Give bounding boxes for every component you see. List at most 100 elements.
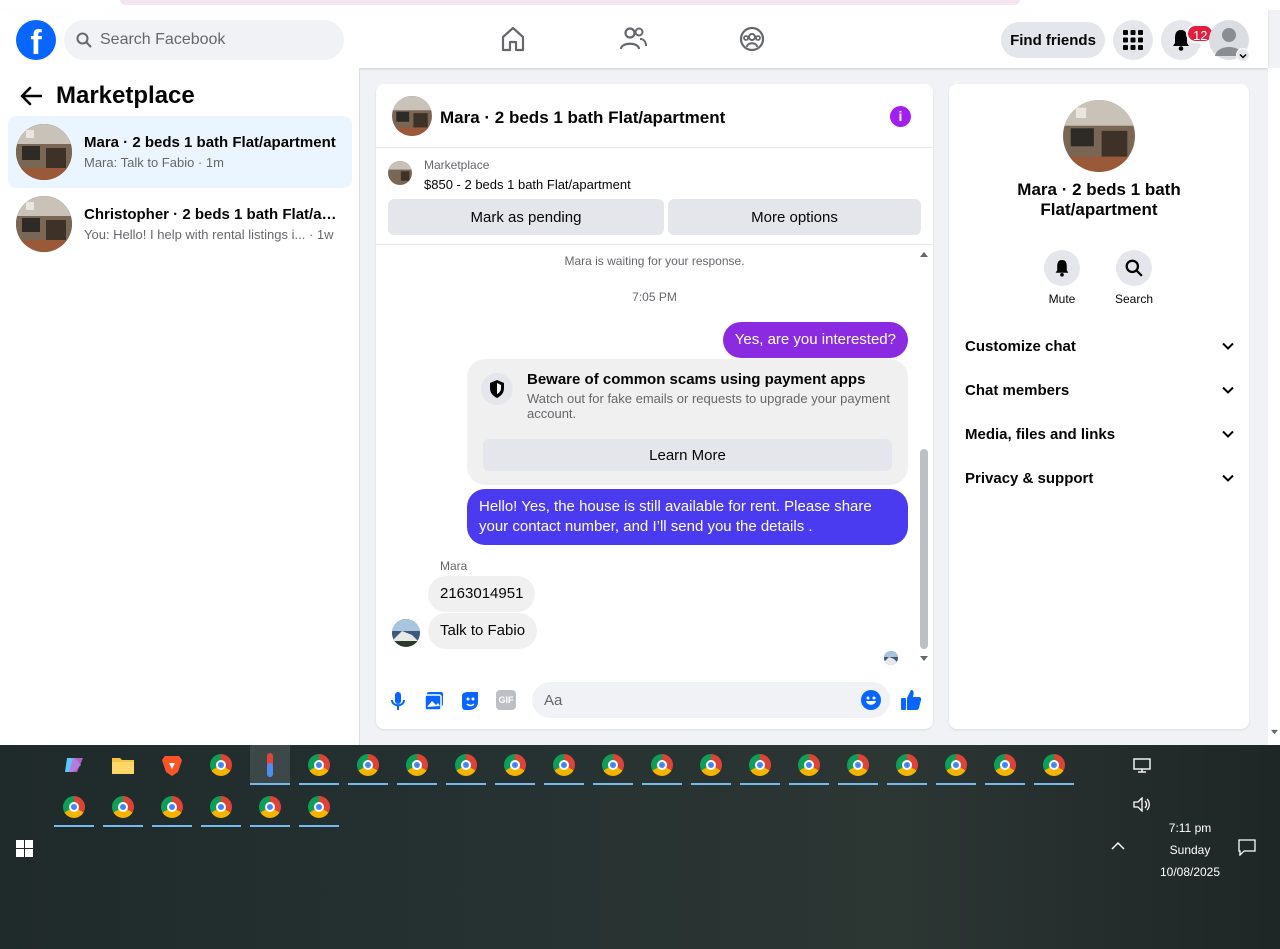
search-action[interactable]: Search — [1104, 250, 1164, 306]
chrome-profile-icon[interactable] — [299, 787, 339, 827]
clock-date: 10/08/2025 — [1159, 865, 1221, 879]
section-label: Privacy & support — [965, 469, 1094, 487]
friends-icon[interactable] — [618, 24, 648, 54]
conversation-title: Christopher · 2 beds 1 bath Flat/ap... — [84, 206, 340, 223]
chrome-icon[interactable] — [201, 745, 241, 785]
chevron-down-icon — [1222, 342, 1234, 350]
listing-price[interactable]: $850 - 2 beds 1 bath Flat/apartment — [424, 177, 631, 192]
scam-warning-card: Beware of common scams using payment app… — [467, 359, 908, 485]
find-friends-button[interactable]: Find friends — [1001, 22, 1105, 58]
bell-icon — [1055, 260, 1069, 277]
incoming-message[interactable]: Talk to Fabio — [428, 613, 538, 649]
facebook-logo[interactable]: f — [16, 20, 56, 60]
mute-label: Mute — [1048, 292, 1076, 306]
file-explorer-icon[interactable] — [103, 745, 143, 785]
menu-button[interactable] — [1113, 20, 1153, 60]
chrome-profile-icon[interactable] — [740, 745, 780, 785]
thumbs-up-icon[interactable] — [899, 688, 923, 712]
account-chevron[interactable] — [1236, 48, 1250, 62]
outgoing-message[interactable]: Hello! Yes, the house is still available… — [467, 489, 908, 545]
chrome-profile-icon[interactable] — [544, 745, 584, 785]
scroll-up-icon[interactable] — [919, 250, 929, 258]
chrome-profile-icon[interactable] — [887, 745, 927, 785]
active-app-icon[interactable] — [250, 745, 290, 785]
search-box[interactable] — [64, 20, 344, 60]
message-input-box[interactable] — [532, 682, 890, 718]
mark-as-pending-button[interactable]: Mark as pending — [388, 199, 664, 235]
network-icon[interactable] — [1133, 758, 1151, 773]
conversation-item-mara[interactable]: Mara · 2 beds 1 bath Flat/apartment Mara… — [8, 116, 352, 188]
page-scrollbar[interactable] — [1268, 68, 1280, 745]
gif-icon[interactable]: GIF — [496, 690, 516, 710]
chat-title[interactable]: Mara · 2 beds 1 bath Flat/apartment — [440, 108, 725, 128]
chrome-profile-icon[interactable] — [348, 745, 388, 785]
brave-browser-icon[interactable] — [152, 745, 192, 785]
customize-chat-section[interactable]: Customize chat — [965, 324, 1235, 368]
chevron-up-icon[interactable] — [1111, 841, 1125, 851]
chevron-down-icon — [1222, 430, 1234, 438]
chrome-profile-icon[interactable] — [495, 745, 535, 785]
chrome-profile-icon[interactable] — [54, 787, 94, 827]
chrome-profile-icon[interactable] — [446, 745, 486, 785]
chrome-profile-icon[interactable] — [397, 745, 437, 785]
conversation-avatar[interactable] — [1063, 100, 1135, 172]
home-icon[interactable] — [498, 24, 528, 54]
outgoing-message[interactable]: Yes, are you interested? — [722, 322, 908, 358]
scroll-down-icon[interactable] — [1270, 729, 1279, 736]
chat-members-section[interactable]: Chat members — [965, 368, 1235, 412]
sticker-icon[interactable] — [459, 690, 481, 712]
info-icon[interactable]: i — [890, 106, 911, 127]
section-label: Customize chat — [965, 337, 1076, 355]
notification-center-icon[interactable] — [1238, 839, 1256, 856]
learn-more-button[interactable]: Learn More — [483, 439, 892, 471]
chrome-profile-icon[interactable] — [642, 745, 682, 785]
chrome-profile-icon[interactable] — [985, 745, 1025, 785]
conversation-snippet: You: Hello! I help with rental listings … — [84, 227, 334, 242]
volume-icon[interactable] — [1133, 797, 1151, 812]
chat-header: Mara · 2 beds 1 bath Flat/apartment i — [376, 84, 933, 148]
message-input[interactable] — [544, 691, 844, 709]
system-clock[interactable]: 7:11 pm Sunday 10/08/2025 — [1150, 817, 1230, 883]
marketplace-sidebar: Marketplace Mara · 2 beds 1 bath Flat/ap… — [0, 68, 360, 745]
chrome-profile-icon[interactable] — [691, 745, 731, 785]
sender-name: Mara — [440, 559, 468, 573]
back-arrow-icon[interactable] — [20, 86, 42, 106]
browser-tab-strip — [120, 0, 1020, 5]
conversation-item-christopher[interactable]: Christopher · 2 beds 1 bath Flat/ap... Y… — [8, 188, 352, 260]
privacy-support-section[interactable]: Privacy & support — [965, 456, 1235, 500]
scam-warning-description: Watch out for fake emails or requests to… — [527, 391, 890, 421]
chrome-profile-icon[interactable] — [838, 745, 878, 785]
emoji-icon[interactable] — [861, 690, 881, 710]
scroll-down-icon[interactable] — [919, 655, 929, 663]
chrome-profile-icon[interactable] — [593, 745, 633, 785]
chrome-profile-icon[interactable] — [250, 787, 290, 827]
chrome-profile-icon[interactable] — [152, 787, 192, 827]
media-files-links-section[interactable]: Media, files and links — [965, 412, 1235, 456]
search-input[interactable] — [100, 31, 330, 49]
chat-scrollbar[interactable] — [917, 246, 929, 666]
copilot-icon[interactable] — [54, 745, 94, 785]
more-options-button[interactable]: More options — [668, 199, 921, 235]
microphone-icon[interactable] — [387, 690, 409, 712]
section-label: Media, files and links — [965, 425, 1116, 443]
sender-avatar[interactable] — [392, 619, 420, 647]
chat-avatar[interactable] — [392, 96, 432, 136]
chrome-profile-icon[interactable] — [201, 787, 241, 827]
incoming-message[interactable]: 2163014951 — [428, 576, 536, 612]
photo-icon[interactable] — [423, 690, 445, 712]
scrollbar-thumb[interactable] — [920, 449, 928, 649]
chevron-down-icon — [1222, 386, 1234, 394]
conversation-details-panel: Mara · 2 beds 1 bath Flat/apartment Mute… — [949, 84, 1249, 729]
chrome-profile-icon[interactable] — [936, 745, 976, 785]
chrome-profile-icon[interactable] — [299, 745, 339, 785]
chrome-profile-icon[interactable] — [1034, 745, 1074, 785]
chrome-profile-icon[interactable] — [789, 745, 829, 785]
listing-thumbnail — [16, 124, 72, 180]
groups-icon[interactable] — [737, 24, 767, 54]
conversation-title: Mara · 2 beds 1 bath Flat/apartment — [84, 134, 336, 151]
chrome-profile-icon[interactable] — [103, 787, 143, 827]
windows-start-icon[interactable] — [16, 840, 33, 857]
mute-action[interactable]: Mute — [1032, 250, 1092, 306]
clock-time: 7:11 pm — [1168, 821, 1212, 835]
message-timestamp: 7:05 PM — [632, 290, 677, 304]
